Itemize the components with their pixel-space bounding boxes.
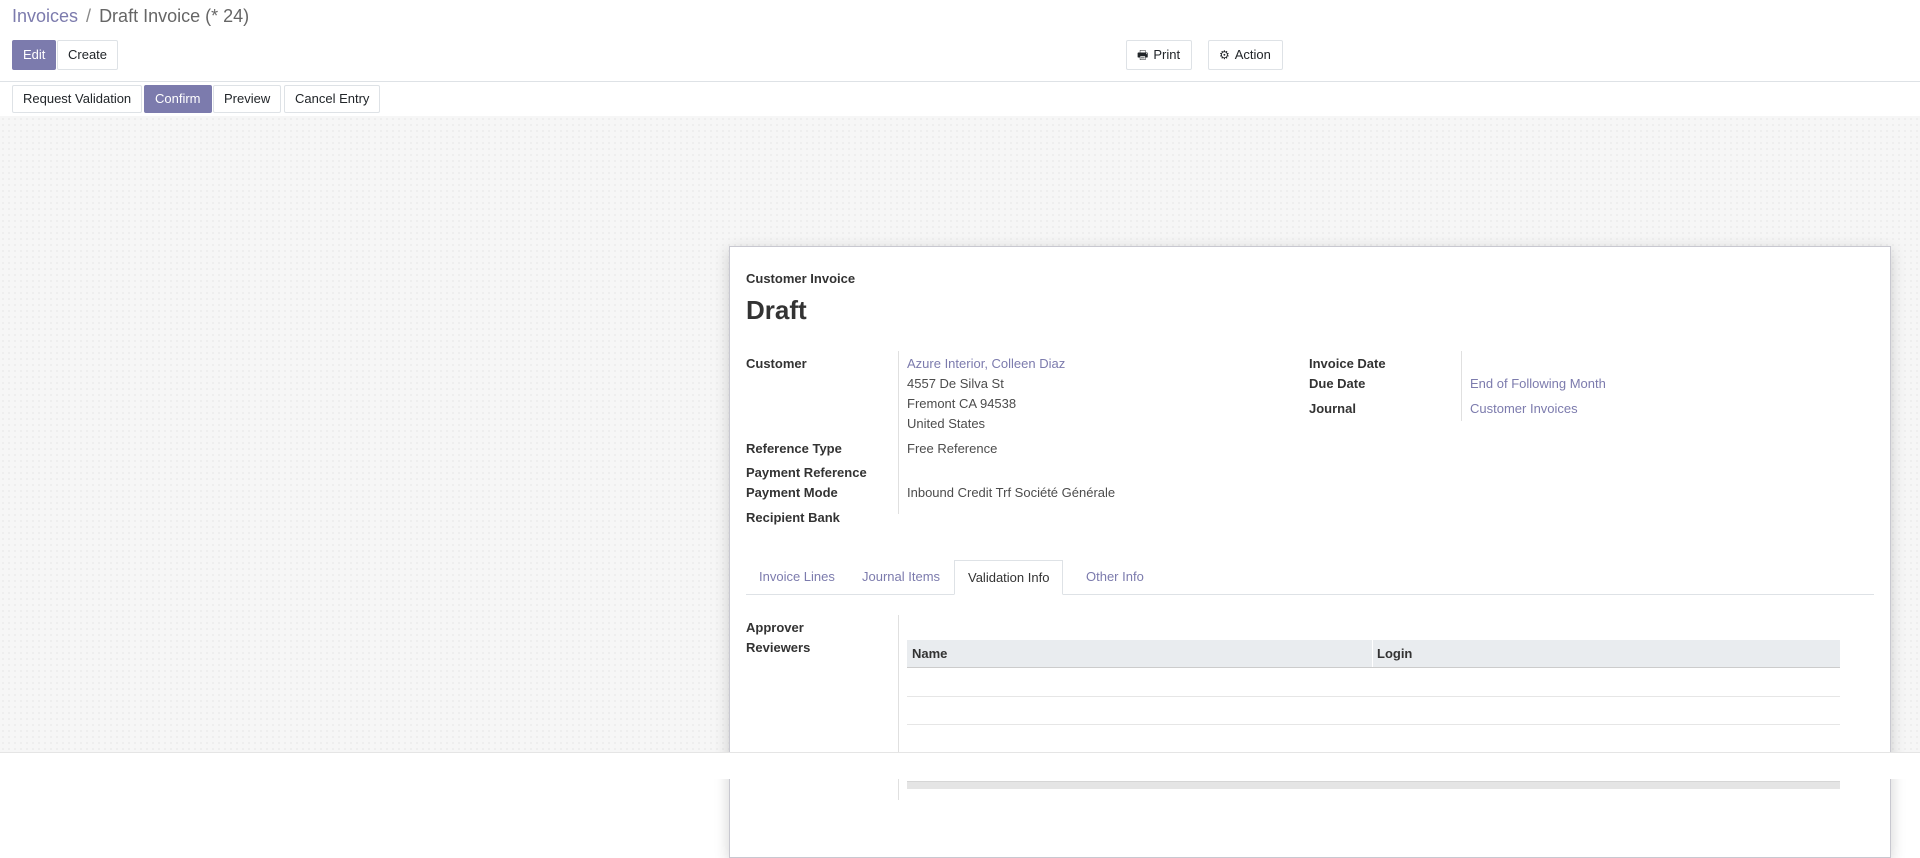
request-validation-button[interactable]: Request Validation [12, 85, 143, 113]
recipient-bank-label: Recipient Bank [746, 510, 840, 525]
customer-link[interactable]: Azure Interior, Colleen Diaz [907, 356, 1065, 371]
print-button[interactable]: 🖶 Print [1126, 40, 1192, 70]
control-panel: Invoices / Draft Invoice (* 24) Edit Creat… [0, 0, 1920, 82]
confirm-button[interactable]: Confirm [144, 85, 212, 113]
reviewers-label: Reviewers [746, 640, 811, 655]
due-date-link[interactable]: End of Following Month [1470, 376, 1606, 391]
column-name[interactable]: Name [912, 640, 947, 667]
payment-mode-label: Payment Mode [746, 485, 838, 500]
statusbar: Request Validation Confirm Preview Cance… [0, 82, 1920, 117]
customer-label: Customer [746, 356, 807, 371]
journal-link[interactable]: Customer Invoices [1470, 401, 1578, 416]
invoice-date-label: Invoice Date [1309, 356, 1386, 371]
reviewers-table-header: Name Login [907, 640, 1840, 668]
reference-type-label: Reference Type [746, 441, 842, 456]
chatter-strip [0, 752, 1920, 779]
invoice-type-label: Customer Invoice [746, 271, 856, 286]
address-line-1: 4557 De Silva St [907, 376, 1004, 391]
preview-button[interactable]: Preview [213, 85, 282, 113]
column-separator [1372, 640, 1373, 667]
due-date-label: Due Date [1309, 376, 1366, 391]
breadcrumb-separator: / [86, 6, 92, 26]
approver-label: Approver [746, 620, 804, 635]
payment-mode-value[interactable]: Inbound Credit Trf Société Générale [907, 485, 1115, 500]
payment-reference-label: Payment Reference [746, 465, 867, 480]
printer-icon: 🖶 [1137, 48, 1149, 62]
table-row [907, 696, 1840, 697]
breadcrumb: Invoices / Draft Invoice (* 24) [12, 6, 249, 27]
tab-invoice-lines[interactable]: Invoice Lines [746, 560, 848, 594]
form-background: Customer Invoice Draft Customer Azure In… [0, 116, 1920, 858]
left-divider [898, 351, 899, 514]
action-button[interactable]: ⚙ Action [1208, 40, 1283, 70]
reference-type-value[interactable]: Free Reference [907, 441, 997, 456]
breadcrumb-invoices-link[interactable]: Invoices [12, 6, 78, 26]
breadcrumb-current: Draft Invoice (* 24) [99, 6, 250, 26]
column-login[interactable]: Login [1377, 640, 1412, 667]
address-line-3: United States [907, 416, 986, 431]
gear-icon: ⚙ [1219, 48, 1230, 62]
right-divider [1461, 351, 1462, 421]
tab-journal-items[interactable]: Journal Items [849, 560, 953, 594]
journal-label: Journal [1309, 401, 1356, 416]
edit-button[interactable]: Edit [12, 40, 57, 70]
table-row [907, 724, 1840, 725]
cancel-entry-button[interactable]: Cancel Entry [284, 85, 381, 113]
print-label: Print [1153, 47, 1181, 62]
action-label: Action [1234, 47, 1271, 62]
notebook-tabs: Invoice Lines Journal Items Validation I… [746, 560, 1874, 595]
address-line-2: Fremont CA 94538 [907, 396, 1017, 411]
invoice-status-title: Draft [746, 295, 807, 325]
create-button[interactable]: Create [57, 40, 119, 70]
reviewers-table-footer [907, 781, 1840, 789]
tab-validation-info[interactable]: Validation Info [954, 560, 1064, 595]
tab-other-info[interactable]: Other Info [1073, 560, 1157, 594]
